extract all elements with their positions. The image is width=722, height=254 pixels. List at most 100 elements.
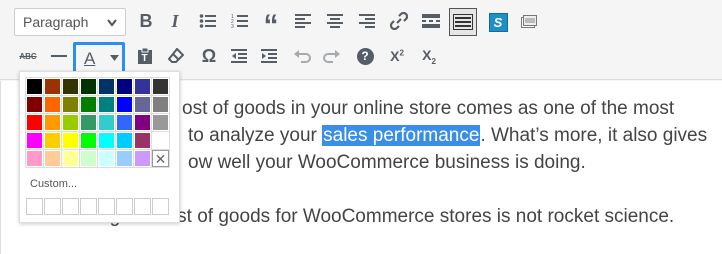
align-right-button[interactable] [354,8,380,34]
color-swatches-grid: ✕ [25,77,170,168]
color-swatch[interactable] [115,77,134,96]
color-swatch[interactable] [61,77,80,96]
align-center-icon [327,14,343,28]
color-swatch[interactable] [25,149,44,168]
color-swatch[interactable] [133,77,152,96]
subscript-icon: X2 [422,47,436,66]
media-button[interactable] [516,9,542,35]
increase-indent-button[interactable] [256,43,282,69]
custom-color-slot[interactable] [98,198,115,215]
color-swatch[interactable] [43,131,62,150]
svg-text:3: 3 [231,24,234,29]
plugin-s-button[interactable]: S [485,9,511,35]
color-swatch[interactable] [115,113,134,132]
strikethrough-icon: ABC [19,51,37,61]
clear-formatting-button[interactable] [163,43,189,69]
read-more-button[interactable] [418,8,444,34]
horizontal-line-button[interactable] [46,43,72,69]
superscript-button[interactable]: X2 [384,43,410,69]
paragraph-line-1: ost of goods in your online store comes … [182,98,675,119]
keyboard-shortcuts-button[interactable]: ? [352,43,378,69]
color-swatch[interactable] [43,95,62,114]
paste-as-text-icon: T [138,47,152,64]
custom-color-slot[interactable] [134,198,151,215]
custom-color-slot[interactable] [26,198,43,215]
color-swatch[interactable] [97,131,116,150]
bold-icon: B [139,10,153,31]
color-swatch[interactable] [79,77,98,96]
color-swatch[interactable] [25,113,44,132]
color-swatch[interactable] [61,95,80,114]
italic-button[interactable]: I [162,8,188,34]
bold-button[interactable]: B [133,8,159,34]
insert-link-button[interactable] [386,8,412,34]
blockquote-button[interactable]: “ [258,8,284,41]
align-center-button[interactable] [322,8,348,34]
paste-as-text-button[interactable]: T [132,43,158,69]
color-swatch[interactable] [97,95,116,114]
color-swatch[interactable] [133,149,152,168]
align-left-button[interactable] [290,8,316,34]
color-swatch[interactable] [97,149,116,168]
chevron-down-icon [107,19,117,27]
redo-icon [323,50,340,63]
color-swatch[interactable] [79,149,98,168]
toolbar-toggle-button[interactable] [449,8,477,36]
color-swatch[interactable] [25,131,44,150]
strikethrough-button[interactable]: ABC [13,43,43,69]
color-swatch[interactable] [115,149,134,168]
numbered-list-button[interactable]: 123 [227,8,253,34]
color-swatch[interactable] [115,95,134,114]
custom-color-slot[interactable] [116,198,133,215]
redo-button[interactable] [319,43,345,69]
color-swatch[interactable] [43,113,62,132]
color-swatch[interactable] [133,95,152,114]
color-swatch[interactable] [151,113,170,132]
media-icon [521,15,537,28]
special-character-icon: Ω [201,45,217,66]
subscript-button[interactable]: X2 [416,43,442,69]
color-swatch[interactable] [133,131,152,150]
color-swatch[interactable] [151,77,170,96]
undo-button[interactable] [289,43,315,69]
custom-color-slot[interactable] [80,198,97,215]
blockquote-icon: “ [263,9,279,42]
custom-color-slot[interactable] [44,198,61,215]
remove-color-button[interactable]: ✕ [151,149,170,168]
color-swatch[interactable] [97,77,116,96]
color-swatch[interactable] [61,149,80,168]
color-swatch[interactable] [25,95,44,114]
line-2-after: . What’s more, it also gives [480,125,708,146]
text-color-dropdown-icon[interactable] [110,55,119,62]
color-swatch[interactable] [43,77,62,96]
decrease-indent-button[interactable] [226,43,252,69]
color-swatch[interactable] [133,113,152,132]
color-swatch[interactable] [151,95,170,114]
color-swatch[interactable] [61,131,80,150]
color-swatch[interactable] [115,131,134,150]
text-color-icon: A [84,48,96,68]
color-swatch[interactable] [61,113,80,132]
color-swatch[interactable] [25,77,44,96]
remove-color-icon: ✕ [154,150,167,167]
selected-text: sales performance [322,125,481,146]
custom-color-link[interactable]: Custom... [30,178,77,190]
special-character-button[interactable]: Ω [196,43,222,69]
superscript-2: 2 [399,48,404,58]
toolbar-toggle-icon [453,14,473,30]
color-swatch[interactable] [97,113,116,132]
color-swatch[interactable] [43,149,62,168]
align-left-icon [295,14,311,28]
color-swatch[interactable] [79,95,98,114]
color-swatch[interactable] [151,131,170,150]
custom-color-slot[interactable] [62,198,79,215]
custom-color-slot[interactable] [152,198,169,215]
text-color-button[interactable]: A [73,42,125,74]
plugin-s-icon: S [488,12,508,32]
color-swatch[interactable] [79,131,98,150]
plugin-s-letter: S [493,14,503,30]
bulleted-list-button[interactable] [195,8,221,34]
format-select[interactable]: Paragraph [14,8,126,36]
numbered-list-icon: 123 [231,14,248,29]
color-swatch[interactable] [79,113,98,132]
